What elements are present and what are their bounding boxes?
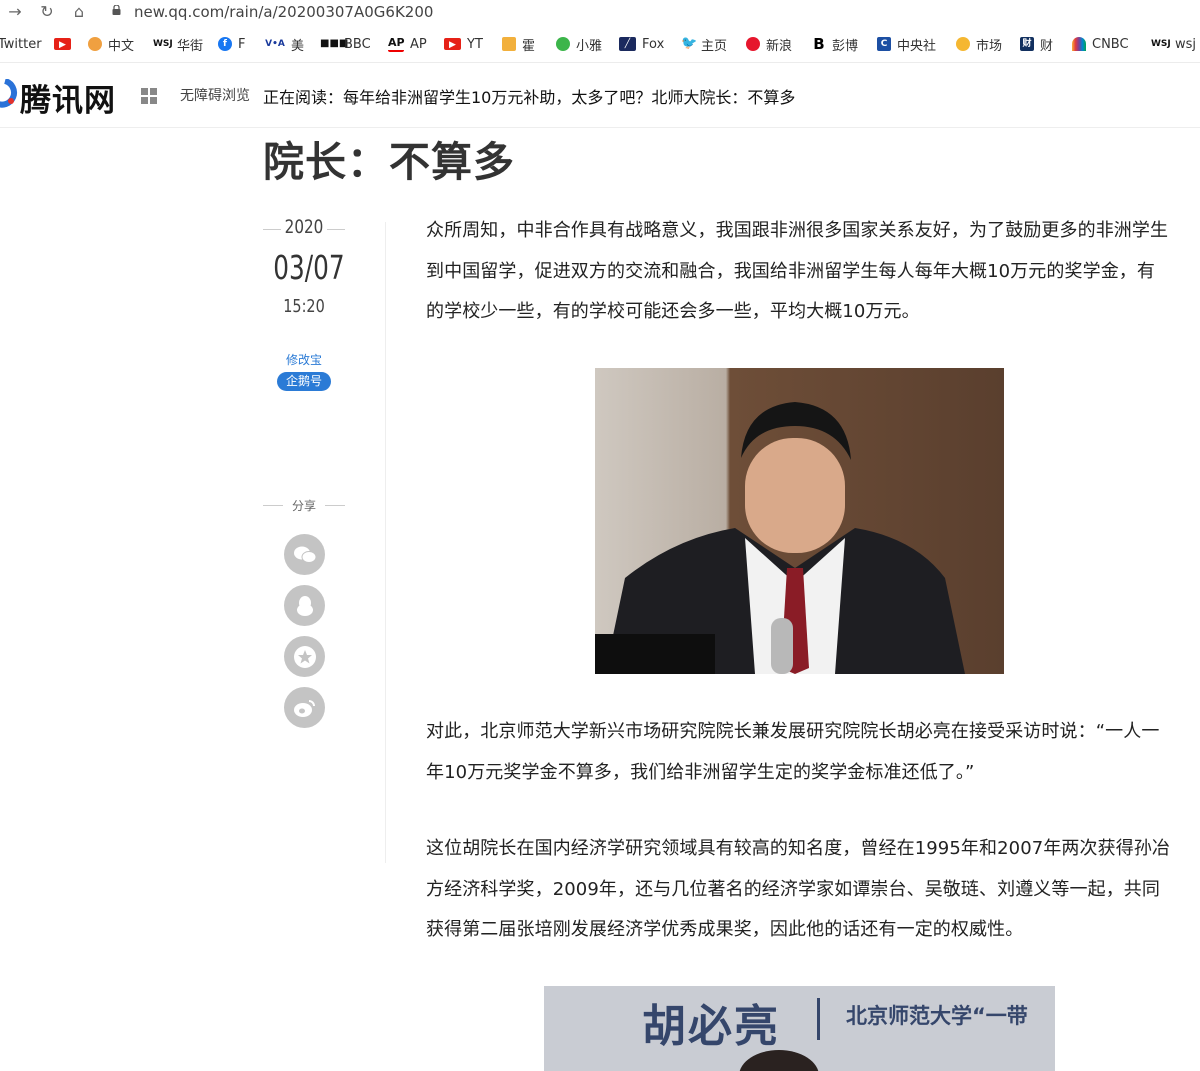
- bloomberg-icon: B: [813, 35, 825, 53]
- bookmark-label: 财: [1040, 38, 1054, 54]
- home-icon[interactable]: ⌂: [68, 2, 90, 22]
- wsj-icon: WSJ: [153, 39, 173, 49]
- qq-penguin-icon: [296, 595, 313, 616]
- bookmark-label: 美: [291, 38, 305, 54]
- bookmark-bbc[interactable]: ■■■ BBC: [320, 33, 371, 55]
- market-icon: [956, 37, 970, 51]
- caixin-icon: 财: [1020, 37, 1034, 51]
- facebook-icon: f: [218, 37, 232, 51]
- menu-grid-icon[interactable]: [141, 88, 157, 104]
- cnbc-icon: [1072, 37, 1086, 51]
- twitter-icon: 🐦: [681, 36, 698, 51]
- bookmark-label: BBC: [344, 36, 371, 52]
- bookmark-label: wsj: [1175, 36, 1197, 52]
- bookmark-voa[interactable]: V•A 美: [265, 33, 304, 55]
- column-divider: [385, 222, 386, 863]
- browser-address-bar: → ↻ ⌂ new.qq.com/rain/a/20200307A0G6K200: [0, 0, 1200, 26]
- bookmark-fox[interactable]: ╱ Fox: [619, 33, 664, 55]
- wechat-icon: [293, 546, 316, 563]
- now-reading: 正在阅读：每年给非洲留学生10万元补助，太多了吧？北师大院长：不算多: [263, 88, 796, 107]
- accessibility-link[interactable]: 无障碍浏览: [180, 85, 250, 105]
- bbc-icon: ■■■: [320, 38, 349, 49]
- article-photo-speaker: [595, 368, 1004, 674]
- bookmark-bloomberg[interactable]: B 彭博: [812, 33, 858, 55]
- article-paragraph: 这位胡院长在国内经济学研究领域具有较高的知名度，曾经在1995年和2007年两次…: [426, 838, 1171, 940]
- bookmark-caixin[interactable]: 财财: [1020, 33, 1053, 55]
- bookmark-label: 小雅: [576, 38, 603, 54]
- share-weibo-button[interactable]: [284, 687, 325, 728]
- bookmark-label: 中文: [108, 38, 135, 54]
- bookmark-zhongwen[interactable]: 中文: [88, 33, 134, 55]
- weibo-icon: [746, 37, 760, 51]
- speaker-head-image: [739, 1050, 819, 1071]
- bookmark-label: 主页: [701, 38, 728, 54]
- bookmark-facebook[interactable]: fF: [218, 33, 245, 55]
- qq-logo-icon[interactable]: [0, 79, 18, 109]
- bookmark-label: Fox: [642, 36, 665, 52]
- bookmark-label: 华街: [177, 38, 204, 54]
- share-text: 分享: [291, 499, 316, 513]
- bookmark-xiaoya[interactable]: 小雅: [556, 33, 602, 55]
- bookmark-label: F: [238, 36, 246, 52]
- banner-divider: [817, 998, 820, 1040]
- reload-icon[interactable]: ↻: [36, 2, 58, 22]
- bookmark-yt[interactable]: ▶ YT: [444, 33, 483, 55]
- bookmark-cnbc[interactable]: CNBC: [1072, 33, 1129, 55]
- lock-icon: [112, 5, 121, 15]
- bookmark-label: 彭博: [832, 38, 859, 54]
- divider: [325, 505, 345, 506]
- star-icon: [293, 645, 316, 668]
- bookmark-label: 中央社: [897, 38, 937, 54]
- bookmark-label: 霍: [522, 38, 536, 54]
- bookmark-huo[interactable]: 霍: [502, 33, 535, 55]
- divider: [263, 505, 283, 506]
- publish-year: 2020: [284, 216, 324, 238]
- site-logo[interactable]: 腾讯网: [20, 75, 116, 120]
- share-label: 分享: [263, 497, 345, 514]
- article-paragraph: 对此，北京师范大学新兴市场研究院院长兼发展研究院院长胡必亮在接受采访时说：“一人…: [426, 721, 1160, 783]
- article-title: 院长：不算多: [263, 138, 515, 186]
- bookmark-label: 市场: [976, 38, 1003, 54]
- app-icon: [502, 37, 516, 51]
- share-wechat-button[interactable]: [284, 534, 325, 575]
- bookmark-youtube[interactable]: ▶: [54, 33, 77, 55]
- author-badge[interactable]: 企鹅号: [277, 372, 331, 391]
- bookmark-market[interactable]: 市场: [956, 33, 1002, 55]
- bookmark-huajie[interactable]: WSJ 华街: [153, 33, 203, 55]
- sun-icon: [88, 37, 102, 51]
- bookmark-label: YT: [467, 36, 483, 52]
- bookmark-twitter[interactable]: Twitter: [0, 33, 42, 55]
- fox-icon: ╱: [619, 37, 636, 51]
- banner-subtitle: 北京师范大学“一带: [846, 1004, 1028, 1028]
- bookmark-zhuye[interactable]: 🐦 主页: [681, 33, 727, 55]
- author-name[interactable]: 修改宝: [263, 351, 345, 368]
- share-favorite-button[interactable]: [284, 636, 325, 677]
- cna-icon: C: [877, 37, 891, 51]
- bookmark-ap[interactable]: AP AP: [388, 33, 427, 55]
- bookmark-label: Twitter: [0, 36, 42, 52]
- publish-date: 03/07: [273, 248, 345, 287]
- youtube-icon: ▶: [54, 38, 71, 50]
- article-paragraph: 众所周知，中非合作具有战略意义，我国跟非洲很多国家关系友好，为了鼓励更多的非洲学…: [426, 220, 1169, 322]
- leaf-icon: [556, 37, 570, 51]
- youtube-icon: ▶: [444, 38, 461, 50]
- publish-time: 15:20: [283, 296, 325, 317]
- url-field[interactable]: new.qq.com/rain/a/20200307A0G6K200: [134, 2, 433, 22]
- article-photo-banner: 胡必亮 北京师范大学“一带: [544, 986, 1055, 1071]
- bookmark-wsj[interactable]: WSJ wsj: [1151, 33, 1196, 55]
- ap-icon: AP: [388, 36, 405, 52]
- share-qq-button[interactable]: [284, 585, 325, 626]
- bookmark-label: AP: [410, 36, 427, 52]
- forward-arrow-icon[interactable]: →: [4, 2, 26, 22]
- voa-icon: V•A: [265, 39, 285, 49]
- bookmark-label: 新浪: [766, 38, 793, 54]
- speaker-photo-image: [595, 368, 1004, 674]
- bookmark-sina[interactable]: 新浪: [746, 33, 792, 55]
- bookmark-label: CNBC: [1092, 36, 1129, 52]
- weibo-icon: [293, 699, 315, 717]
- wsj-icon: WSJ: [1151, 39, 1171, 49]
- bookmarks-bar: Twitter ▶ 中文 WSJ 华街 fF V•A 美 ■■■ BBC AP AP ▶…: [0, 30, 1200, 58]
- site-header: 腾讯网 无障碍浏览 正在阅读：每年给非洲留学生10万元补助，太多了吧？北师大院长…: [0, 63, 1200, 128]
- bookmark-cna[interactable]: C 中央社: [877, 33, 936, 55]
